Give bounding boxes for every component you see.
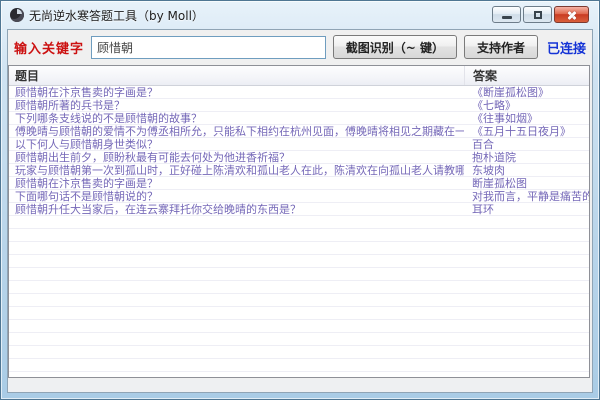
table-row[interactable]	[9, 281, 589, 294]
answer-cell	[464, 294, 589, 306]
answer-cell	[464, 333, 589, 345]
question-cell	[9, 294, 464, 306]
table-row[interactable]: 顾惜朝升任大当家后，在连云寨拜托你交给晚晴的东西是？ 耳环	[9, 203, 589, 216]
table-row[interactable]: 顾惜朝在汴京售卖的字画是？ 断崖孤松图	[9, 177, 589, 190]
answer-cell	[464, 242, 589, 254]
table-row[interactable]	[9, 359, 589, 372]
maximize-icon	[534, 11, 542, 19]
question-cell: 下列哪条支线说的不是顾惜朝的故事？	[9, 112, 464, 124]
question-cell: 玩家与顾惜朝第一次到孤山时，正好碰上陈清欢和孤山老人在此，陈清欢在向孤山老人请教…	[9, 164, 464, 176]
question-cell	[9, 268, 464, 280]
table-header: 题目 答案	[9, 66, 589, 86]
table-row[interactable]: 顾惜朝在汴京售卖的字画是？ 《断崖孤松图》	[9, 86, 589, 99]
connection-status: 已连接	[547, 38, 586, 57]
table-row[interactable]	[9, 294, 589, 307]
question-cell: 顾惜朝在汴京售卖的字画是？	[9, 177, 464, 189]
question-cell: 傅晚晴与顾惜朝的爱情不为傅丞相所允，只能私下相约在杭州见面，傅晚晴将相见之期藏在…	[9, 125, 464, 137]
question-cell: 顾惜朝升任大当家后，在连云寨拜托你交给晚晴的东西是？	[9, 203, 464, 215]
table-row[interactable]	[9, 307, 589, 320]
answer-column-header[interactable]: 答案	[464, 66, 589, 85]
table-row[interactable]	[9, 229, 589, 242]
answer-cell	[464, 255, 589, 267]
minimize-icon	[502, 16, 512, 19]
table-row[interactable]: 傅晚晴与顾惜朝的爱情不为傅丞相所允，只能私下相约在杭州见面，傅晚晴将相见之期藏在…	[9, 125, 589, 138]
window-title: 无尚逆水寒答题工具（by Moll）	[29, 7, 204, 24]
table-row[interactable]	[9, 372, 589, 378]
answer-cell	[464, 216, 589, 228]
question-cell	[9, 359, 464, 371]
question-cell	[9, 242, 464, 254]
close-button[interactable]	[554, 6, 589, 23]
answer-cell	[464, 320, 589, 332]
question-column-header[interactable]: 题目	[9, 66, 464, 85]
answer-cell	[464, 372, 589, 378]
toolbar: 输入关键字 截图识别（~ 键） 支持作者 已连接	[8, 30, 592, 64]
table-row[interactable]	[9, 333, 589, 346]
question-cell: 顾惜朝在汴京售卖的字画是？	[9, 86, 464, 98]
question-cell	[9, 346, 464, 358]
app-icon	[10, 8, 24, 22]
table-row[interactable]: 以下何人与顾惜朝身世类似？ 百合	[9, 138, 589, 151]
answer-cell: 《断崖孤松图》	[464, 86, 589, 98]
answer-cell: 《五月十五日夜月》	[464, 125, 589, 137]
table-row[interactable]	[9, 255, 589, 268]
question-cell: 顾惜朝所著的兵书是？	[9, 99, 464, 111]
table-row[interactable]	[9, 320, 589, 333]
table-row[interactable]	[9, 216, 589, 229]
answer-cell	[464, 307, 589, 319]
question-cell: 下面哪句话不是顾惜朝说的？	[9, 190, 464, 202]
table-row[interactable]: 玩家与顾惜朝第一次到孤山时，正好碰上陈清欢和孤山老人在此，陈清欢在向孤山老人请教…	[9, 164, 589, 177]
answer-cell: 抱朴道院	[464, 151, 589, 163]
window-controls	[492, 6, 589, 23]
answer-cell: 东坡肉	[464, 164, 589, 176]
question-cell: 以下何人与顾惜朝身世类似？	[9, 138, 464, 150]
table-row[interactable]	[9, 268, 589, 281]
question-cell	[9, 320, 464, 332]
question-cell	[9, 229, 464, 241]
answer-cell	[464, 229, 589, 241]
table-row[interactable]	[9, 346, 589, 359]
table-row[interactable]	[9, 242, 589, 255]
client-area: 输入关键字 截图识别（~ 键） 支持作者 已连接 题目 答案 顾惜朝在汴京售卖的…	[7, 29, 593, 393]
keyword-label: 输入关键字	[14, 38, 84, 57]
keyword-input[interactable]	[91, 36, 326, 59]
answer-cell: 《七略》	[464, 99, 589, 111]
answer-cell: 对我而言，平静是痛苦的，...	[464, 190, 589, 202]
table-row[interactable]: 下列哪条支线说的不是顾惜朝的故事？ 《往事如烟》	[9, 112, 589, 125]
qa-table: 题目 答案 顾惜朝在汴京售卖的字画是？ 《断崖孤松图》 顾惜朝所著的兵书是？ 《…	[8, 65, 590, 378]
support-author-button[interactable]: 支持作者	[464, 35, 538, 59]
table-row[interactable]: 顾惜朝所著的兵书是？ 《七略》	[9, 99, 589, 112]
table-row[interactable]: 顾惜朝出生前夕，顾盼秋最有可能去何处为他进香祈福？ 抱朴道院	[9, 151, 589, 164]
app-window: 无尚逆水寒答题工具（by Moll） 输入关键字 截图识别（~ 键） 支持作者 …	[0, 0, 600, 400]
question-cell	[9, 333, 464, 345]
answer-cell: 断崖孤松图	[464, 177, 589, 189]
answer-cell: 耳环	[464, 203, 589, 215]
question-cell	[9, 255, 464, 267]
answer-cell	[464, 359, 589, 371]
answer-cell: 《往事如烟》	[464, 112, 589, 124]
answer-cell	[464, 346, 589, 358]
question-cell	[9, 307, 464, 319]
question-cell: 顾惜朝出生前夕，顾盼秋最有可能去何处为他进香祈福？	[9, 151, 464, 163]
answer-cell: 百合	[464, 138, 589, 150]
question-cell	[9, 372, 464, 378]
table-body: 顾惜朝在汴京售卖的字画是？ 《断崖孤松图》 顾惜朝所著的兵书是？ 《七略》 下列…	[9, 86, 589, 378]
footer-strip	[8, 379, 592, 392]
question-cell	[9, 216, 464, 228]
answer-cell	[464, 281, 589, 293]
question-cell	[9, 281, 464, 293]
minimize-button[interactable]	[492, 6, 521, 23]
title-bar[interactable]: 无尚逆水寒答题工具（by Moll）	[1, 1, 599, 29]
answer-cell	[464, 268, 589, 280]
screenshot-ocr-button[interactable]: 截图识别（~ 键）	[333, 35, 457, 59]
maximize-button[interactable]	[523, 6, 552, 23]
table-row[interactable]: 下面哪句话不是顾惜朝说的？ 对我而言，平静是痛苦的，...	[9, 190, 589, 203]
